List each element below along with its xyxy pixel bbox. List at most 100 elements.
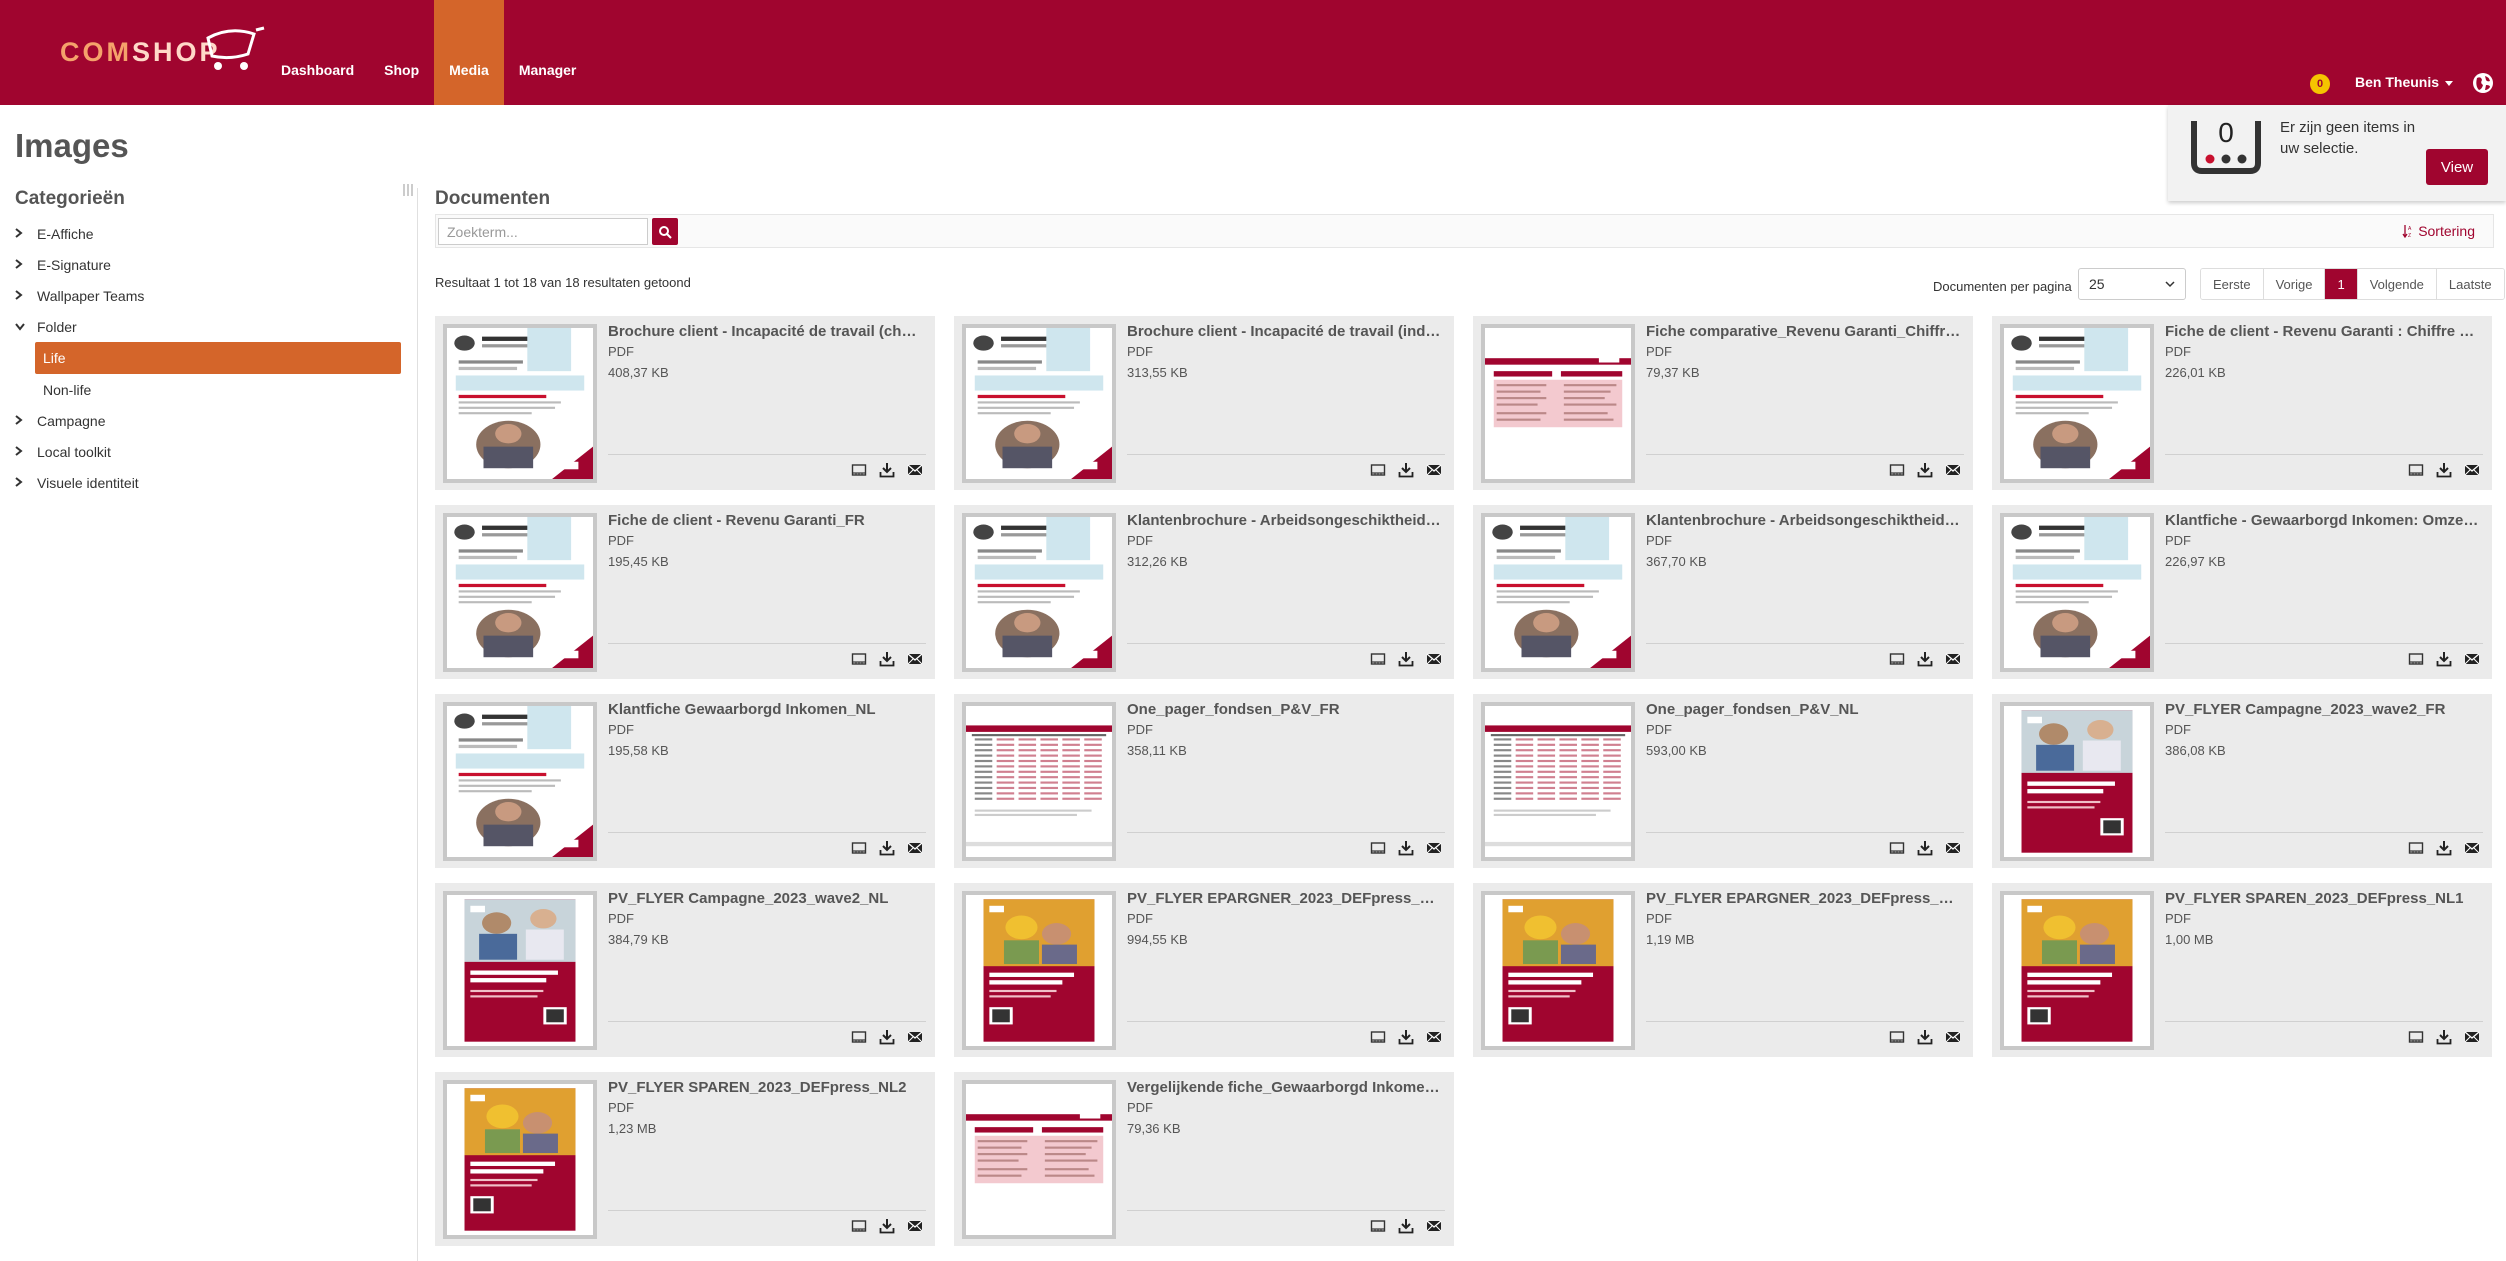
preview-icon[interactable]	[2408, 462, 2424, 483]
preview-icon[interactable]	[1889, 840, 1905, 861]
document-card[interactable]: One_pager_fondsen_P&V_NL PDF 593,00 KB	[1473, 694, 1973, 868]
email-icon[interactable]	[907, 1218, 923, 1239]
document-thumbnail[interactable]	[1481, 891, 1635, 1050]
document-thumbnail[interactable]	[2000, 324, 2154, 483]
pager-vorige[interactable]: Vorige	[2263, 269, 2326, 299]
email-icon[interactable]	[1426, 1029, 1442, 1050]
preview-icon[interactable]	[1370, 840, 1386, 861]
email-icon[interactable]	[1426, 1218, 1442, 1239]
comshop-logo[interactable]: COMSHOP	[60, 26, 265, 74]
email-icon[interactable]	[907, 1029, 923, 1050]
category-wallpaper-teams[interactable]: Wallpaper Teams	[15, 280, 401, 311]
email-icon[interactable]	[2464, 462, 2480, 483]
document-title[interactable]: Klantenbrochure - Arbeidsongeschiktheid …	[1646, 512, 1962, 529]
document-card[interactable]: Fiche comparative_Revenu Garanti_Chiffre…	[1473, 316, 1973, 490]
download-icon[interactable]	[879, 1218, 895, 1239]
email-icon[interactable]	[1945, 651, 1961, 672]
document-title[interactable]: One_pager_fondsen_P&V_FR	[1127, 701, 1443, 718]
email-icon[interactable]	[907, 462, 923, 483]
download-icon[interactable]	[1398, 840, 1414, 861]
document-card[interactable]: Klantenbrochure - Arbeidsongeschiktheid …	[954, 505, 1454, 679]
document-title[interactable]: Klantfiche Gewaarborgd Inkomen_NL	[608, 701, 924, 718]
category-local-toolkit[interactable]: Local toolkit	[15, 436, 401, 467]
email-icon[interactable]	[1945, 840, 1961, 861]
document-title[interactable]: PV_FLYER Campagne_2023_wave2_FR	[2165, 701, 2481, 718]
nav-manager[interactable]: Manager	[504, 0, 592, 105]
document-thumbnail[interactable]	[1481, 513, 1635, 672]
pager-eerste[interactable]: Eerste	[2201, 269, 2264, 299]
document-card[interactable]: PV_FLYER Campagne_2023_wave2_NL PDF 384,…	[435, 883, 935, 1057]
document-title[interactable]: Fiche comparative_Revenu Garanti_Chiffre…	[1646, 323, 1962, 340]
document-card[interactable]: PV_FLYER EPARGNER_2023_DEFpress_FR2 PDF …	[1473, 883, 1973, 1057]
document-card[interactable]: Klantenbrochure - Arbeidsongeschiktheid …	[1473, 505, 1973, 679]
category-visuele-identiteit[interactable]: Visuele identiteit	[15, 467, 401, 498]
document-thumbnail[interactable]	[2000, 891, 2154, 1050]
email-icon[interactable]	[2464, 1029, 2480, 1050]
download-icon[interactable]	[879, 651, 895, 672]
view-selection-button[interactable]: View	[2426, 149, 2488, 185]
preview-icon[interactable]	[851, 840, 867, 861]
globe-icon[interactable]	[2472, 72, 2494, 94]
document-thumbnail[interactable]	[2000, 513, 2154, 672]
document-title[interactable]: Vergelijkende fiche_Gewaarborgd Inkomen_…	[1127, 1079, 1443, 1096]
document-thumbnail[interactable]	[1481, 702, 1635, 861]
document-card[interactable]: Klantfiche Gewaarborgd Inkomen_NL PDF 19…	[435, 694, 935, 868]
email-icon[interactable]	[1426, 651, 1442, 672]
document-thumbnail[interactable]	[962, 324, 1116, 483]
document-title[interactable]: PV_FLYER SPAREN_2023_DEFpress_NL2	[608, 1079, 924, 1096]
document-title[interactable]: Fiche de client - Revenu Garanti : Chiff…	[2165, 323, 2481, 340]
email-icon[interactable]	[1945, 462, 1961, 483]
document-thumbnail[interactable]	[443, 324, 597, 483]
search-input[interactable]	[438, 218, 648, 245]
document-thumbnail[interactable]	[443, 702, 597, 861]
document-card[interactable]: PV_FLYER SPAREN_2023_DEFpress_NL2 PDF 1,…	[435, 1072, 935, 1246]
document-thumbnail[interactable]	[962, 891, 1116, 1050]
search-button[interactable]	[652, 218, 678, 245]
download-icon[interactable]	[2436, 651, 2452, 672]
category-non-life[interactable]: Non-life	[15, 374, 401, 405]
document-thumbnail[interactable]	[962, 1080, 1116, 1239]
email-icon[interactable]	[1945, 1029, 1961, 1050]
preview-icon[interactable]	[1370, 1218, 1386, 1239]
document-title[interactable]: One_pager_fondsen_P&V_NL	[1646, 701, 1962, 718]
preview-icon[interactable]	[851, 651, 867, 672]
email-icon[interactable]	[1426, 462, 1442, 483]
document-thumbnail[interactable]	[962, 513, 1116, 672]
download-icon[interactable]	[2436, 462, 2452, 483]
document-card[interactable]: Brochure client - Incapacité de travail …	[435, 316, 935, 490]
preview-icon[interactable]	[1889, 651, 1905, 672]
per-page-select[interactable]: 25	[2078, 268, 2186, 300]
download-icon[interactable]	[879, 1029, 895, 1050]
email-icon[interactable]	[2464, 651, 2480, 672]
sort-button[interactable]: A Z Sortering	[2402, 223, 2475, 239]
document-card[interactable]: PV_FLYER Campagne_2023_wave2_FR PDF 386,…	[1992, 694, 2492, 868]
user-menu[interactable]: Ben Theunis	[2355, 74, 2454, 90]
document-thumbnail[interactable]	[962, 702, 1116, 861]
category-e-signature[interactable]: E-Signature	[15, 249, 401, 280]
document-card[interactable]: Vergelijkende fiche_Gewaarborgd Inkomen_…	[954, 1072, 1454, 1246]
download-icon[interactable]	[879, 840, 895, 861]
document-card[interactable]: PV_FLYER EPARGNER_2023_DEFpress_FR1 PDF …	[954, 883, 1454, 1057]
download-icon[interactable]	[1398, 1218, 1414, 1239]
download-icon[interactable]	[2436, 1029, 2452, 1050]
document-title[interactable]: Brochure client - Incapacité de travail …	[608, 323, 924, 340]
document-thumbnail[interactable]	[443, 513, 597, 672]
preview-icon[interactable]	[2408, 840, 2424, 861]
document-title[interactable]: PV_FLYER SPAREN_2023_DEFpress_NL1	[2165, 890, 2481, 907]
email-icon[interactable]	[2464, 840, 2480, 861]
pager-volgende[interactable]: Volgende	[2357, 269, 2437, 299]
download-icon[interactable]	[1917, 840, 1933, 861]
preview-icon[interactable]	[2408, 651, 2424, 672]
document-title[interactable]: Klantenbrochure - Arbeidsongeschiktheid …	[1127, 512, 1443, 529]
preview-icon[interactable]	[2408, 1029, 2424, 1050]
preview-icon[interactable]	[851, 1218, 867, 1239]
nav-dashboard[interactable]: Dashboard	[266, 0, 369, 105]
document-title[interactable]: Fiche de client - Revenu Garanti_FR	[608, 512, 924, 529]
document-thumbnail[interactable]	[443, 891, 597, 1050]
document-card[interactable]: Klantfiche - Gewaarborgd Inkomen: Omzet&…	[1992, 505, 2492, 679]
document-thumbnail[interactable]	[443, 1080, 597, 1239]
download-icon[interactable]	[1917, 651, 1933, 672]
download-icon[interactable]	[1917, 462, 1933, 483]
download-icon[interactable]	[2436, 840, 2452, 861]
resize-grip-icon[interactable]	[402, 183, 414, 197]
